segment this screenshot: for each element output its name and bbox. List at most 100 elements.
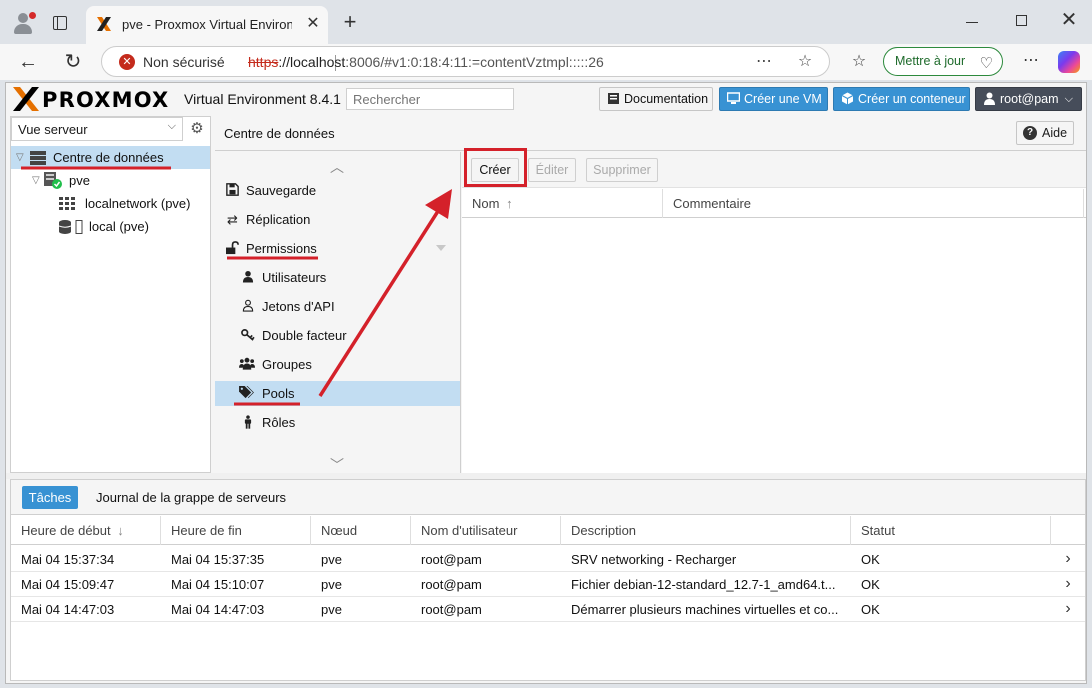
menu-item-roles[interactable]: Rôles bbox=[215, 410, 460, 435]
tab-tasks[interactable]: Tâches bbox=[22, 486, 78, 509]
tree-label: localnetwork (pve) bbox=[85, 196, 191, 211]
user-icon bbox=[984, 92, 995, 105]
scroll-down-icon[interactable]: ﹀ bbox=[327, 455, 347, 473]
column-label: Description bbox=[571, 523, 637, 538]
column-header-node[interactable]: Nœud bbox=[311, 516, 411, 545]
table-row[interactable]: Mai 04 14:47:03 Mai 04 14:47:03 pve root… bbox=[11, 597, 1085, 622]
user-menu-button[interactable]: root@pam ⌵ bbox=[975, 87, 1082, 111]
menu-item-replication[interactable]: ⇄ Réplication bbox=[215, 207, 460, 232]
user-label: root@pam bbox=[1000, 92, 1059, 106]
table-row[interactable]: Mai 04 15:09:47 Mai 04 15:10:07 pve root… bbox=[11, 572, 1085, 597]
chevron-right-icon[interactable]: › bbox=[1061, 550, 1075, 568]
tree-item-datacenter[interactable]: ▽ Centre de données bbox=[11, 146, 210, 169]
documentation-button[interactable]: Documentation bbox=[599, 87, 713, 111]
scroll-up-icon[interactable]: ︿ bbox=[327, 157, 347, 175]
menu-item-groups[interactable]: Groupes bbox=[215, 352, 460, 377]
collapse-icon[interactable]: ▽ bbox=[16, 146, 24, 169]
menu-item-api-tokens[interactable]: Jetons d'API bbox=[215, 294, 460, 319]
create-vm-button[interactable]: Créer une VM bbox=[719, 87, 828, 111]
back-icon[interactable]: ← bbox=[17, 51, 39, 73]
proxmox-logo: PROXMOX bbox=[12, 86, 182, 112]
tab-close-icon[interactable]: ✕ bbox=[303, 14, 323, 34]
tree-label: pve bbox=[69, 173, 90, 188]
menu-item-permissions[interactable]: Permissions bbox=[215, 236, 460, 261]
task-description: Fichier debian-12-standard_12.7-1_amd64.… bbox=[571, 577, 836, 592]
tree-item-localnetwork[interactable]: localnetwork (pve) bbox=[11, 192, 210, 215]
male-icon bbox=[240, 415, 255, 430]
column-header-status[interactable]: Statut bbox=[851, 516, 1051, 545]
chevron-down-icon: ⌵ bbox=[1064, 93, 1073, 105]
tab-title: pve - Proxmox Virtual Environmen bbox=[122, 17, 292, 32]
table-row[interactable]: Mai 04 15:37:34 Mai 04 15:37:35 pve root… bbox=[11, 547, 1085, 572]
copilot-icon[interactable] bbox=[1058, 51, 1080, 73]
tab-actions-icon[interactable] bbox=[53, 16, 67, 30]
edit-button[interactable]: Éditer bbox=[528, 158, 576, 182]
menu-label: Permissions bbox=[246, 241, 317, 256]
column-header-comment[interactable]: Commentaire bbox=[663, 189, 1084, 218]
tasks-tabs: Tâches Journal de la grappe de serveurs bbox=[11, 480, 1085, 515]
cube-icon bbox=[841, 92, 854, 105]
gear-icon[interactable]: ⚙ bbox=[188, 119, 206, 139]
help-button[interactable]: ? Aide bbox=[1016, 121, 1074, 145]
url-path: :8006/#v1:0:18:4:11:=contentVztmpl:::::2… bbox=[345, 54, 604, 70]
floppy-icon bbox=[225, 183, 240, 198]
chevron-right-icon[interactable]: › bbox=[1061, 600, 1075, 618]
users-icon bbox=[239, 357, 255, 372]
column-header-end[interactable]: Heure de fin bbox=[161, 516, 311, 545]
collapse-icon[interactable]: ▽ bbox=[32, 169, 40, 192]
menu-more-icon[interactable]: ⋯ bbox=[1021, 51, 1041, 71]
pve-search-input[interactable] bbox=[346, 88, 514, 110]
minimize-icon[interactable] bbox=[966, 12, 980, 32]
book-icon bbox=[608, 93, 619, 104]
browser-tab[interactable]: pve - Proxmox Virtual Environmen ✕ bbox=[86, 6, 328, 44]
insecure-label[interactable]: Non sécurisé bbox=[143, 54, 225, 70]
favorites-icon[interactable]: ☆ bbox=[848, 51, 870, 73]
insecure-icon[interactable]: ✕ bbox=[119, 54, 135, 70]
server-rack-icon bbox=[30, 151, 46, 165]
resource-tree-panel: Vue serveur ⌵ ⚙ ▽ Centre de données ▽ pv… bbox=[10, 116, 211, 473]
profile-icon[interactable] bbox=[10, 10, 36, 36]
address-bar[interactable]: ✕ Non sécurisé https://localhost:8006/#v… bbox=[101, 46, 830, 77]
chevron-right-icon[interactable]: › bbox=[1061, 575, 1075, 593]
update-button[interactable]: Mettre à jour ♡ bbox=[883, 47, 1003, 76]
heart-icon: ♡ bbox=[979, 55, 993, 72]
more-tools-circle-icon[interactable]: ⋯ bbox=[754, 52, 774, 72]
url-host: ://localhost bbox=[278, 54, 346, 70]
pve-version: Virtual Environment 8.4.1 bbox=[184, 91, 341, 107]
column-header-user[interactable]: Nom d'utilisateur bbox=[411, 516, 561, 545]
column-header-name[interactable]: Nom ↑ bbox=[462, 189, 663, 218]
menu-item-users[interactable]: Utilisateurs bbox=[215, 265, 460, 290]
tree-item-local-storage[interactable]: local (pve) bbox=[11, 215, 210, 238]
window-close-icon[interactable]: ✕ bbox=[1060, 10, 1078, 30]
column-label: Nom d'utilisateur bbox=[421, 523, 518, 538]
reload-icon[interactable]: ↻ bbox=[62, 51, 84, 73]
delete-button[interactable]: Supprimer bbox=[586, 158, 658, 182]
expand-arrow-icon[interactable] bbox=[436, 245, 446, 251]
pools-grid-header: Nom ↑ Commentaire bbox=[462, 189, 1086, 218]
create-ct-label: Créer un conteneur bbox=[858, 92, 966, 106]
user-icon bbox=[240, 270, 255, 285]
database-icon bbox=[59, 220, 83, 234]
tab-cluster-log[interactable]: Journal de la grappe de serveurs bbox=[96, 486, 286, 509]
column-label: Heure de début bbox=[21, 523, 111, 538]
new-tab-button[interactable]: + bbox=[338, 10, 362, 34]
menu-item-backup[interactable]: Sauvegarde bbox=[215, 178, 460, 203]
documentation-label: Documentation bbox=[624, 92, 709, 106]
maximize-icon[interactable] bbox=[1016, 15, 1027, 26]
create-ct-button[interactable]: Créer un conteneur bbox=[833, 87, 970, 111]
menu-label: Réplication bbox=[246, 212, 311, 227]
help-label: Aide bbox=[1042, 126, 1068, 140]
menu-item-pools[interactable]: Pools bbox=[215, 381, 460, 406]
task-node: pve bbox=[321, 552, 342, 567]
tree-item-pve-node[interactable]: ▽ pve bbox=[11, 169, 210, 192]
column-header-start[interactable]: Heure de début ↓ bbox=[11, 516, 161, 545]
browser-toolbar: ← ↻ ✕ Non sécurisé https://localhost:800… bbox=[0, 44, 1092, 80]
star-icon[interactable]: ☆ bbox=[795, 52, 815, 72]
url-text[interactable]: https://localhost:8006/#v1:0:18:4:11:=co… bbox=[248, 54, 604, 70]
pve-header: PROXMOX Virtual Environment 8.4.1 Docume… bbox=[6, 83, 1086, 115]
view-select[interactable]: Vue serveur ⌵ bbox=[11, 117, 183, 141]
menu-item-two-factor[interactable]: Double facteur bbox=[215, 323, 460, 348]
task-status: OK bbox=[861, 602, 880, 617]
task-start: Mai 04 14:47:03 bbox=[21, 602, 115, 617]
column-header-description[interactable]: Description bbox=[561, 516, 851, 545]
